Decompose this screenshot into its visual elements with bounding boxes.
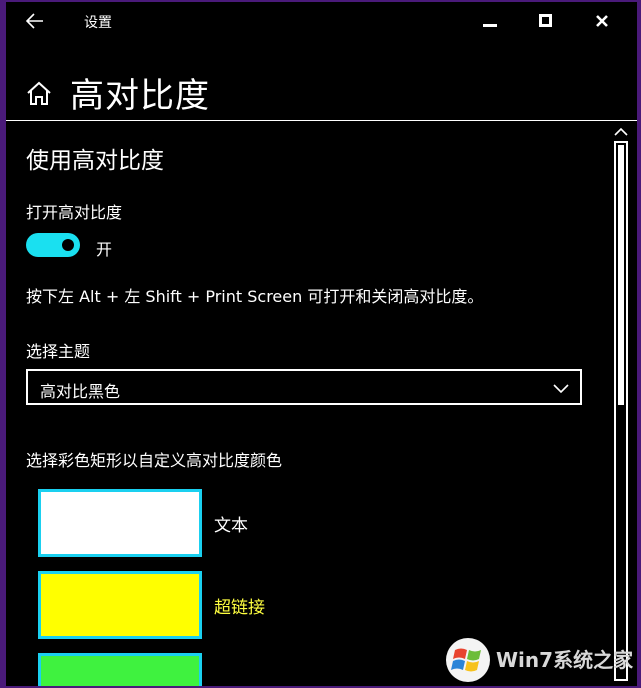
page-header: 高对比度 xyxy=(6,62,637,118)
shortcut-description: 按下左 Alt + 左 Shift + Print Screen 可打开和关闭高… xyxy=(26,287,484,306)
back-arrow-icon xyxy=(26,13,43,29)
site-watermark: Win7系统之家 xyxy=(444,636,641,688)
scroll-up-arrow-icon[interactable] xyxy=(612,125,630,139)
chevron-down-icon xyxy=(553,384,569,394)
title-bar: 设置 xyxy=(6,2,637,40)
toggle-state-text: 开 xyxy=(96,240,113,259)
windows-logo-icon xyxy=(446,638,490,682)
settings-content: 使用高对比度 打开高对比度 开 按下左 Alt + 左 Shift + Prin… xyxy=(6,121,606,686)
disabled-text-color-swatch[interactable] xyxy=(38,653,202,686)
back-button[interactable] xyxy=(20,6,50,36)
hyperlink-color-swatch[interactable] xyxy=(38,571,202,639)
home-button[interactable] xyxy=(26,80,52,106)
minimize-icon xyxy=(483,24,497,27)
high-contrast-toggle[interactable] xyxy=(26,233,80,257)
page-title: 高对比度 xyxy=(70,76,210,116)
swatch-section-title: 选择彩色矩形以自定义高对比度颜色 xyxy=(26,451,283,470)
theme-label: 选择主题 xyxy=(26,342,91,361)
close-icon xyxy=(596,15,608,27)
section-title: 使用高对比度 xyxy=(26,148,164,174)
maximize-icon xyxy=(539,14,552,27)
swatch-label: 文本 xyxy=(214,516,248,536)
swatch-row-text: 文本 xyxy=(38,489,598,557)
close-button[interactable] xyxy=(574,2,630,40)
theme-selected-value: 高对比黑色 xyxy=(40,382,121,401)
watermark-text: Win7系统之家 xyxy=(496,648,634,672)
toggle-label: 打开高对比度 xyxy=(26,203,123,222)
text-color-swatch[interactable] xyxy=(38,489,202,557)
app-title: 设置 xyxy=(84,15,112,31)
settings-window: 设置 高对比度 使用高对比度 打开高对比度 开 按下左 Alt + 左 Shif… xyxy=(6,2,637,686)
vertical-scrollbar[interactable] xyxy=(610,121,632,686)
swatch-label: 超链接 xyxy=(214,598,265,618)
swatch-row-hyperlink: 超链接 xyxy=(38,571,598,639)
theme-dropdown[interactable]: 高对比黑色 xyxy=(26,369,582,405)
maximize-button[interactable] xyxy=(518,2,574,40)
home-icon xyxy=(27,81,51,105)
minimize-button[interactable] xyxy=(462,2,518,40)
scroll-track[interactable] xyxy=(614,141,628,681)
scroll-thumb[interactable] xyxy=(618,145,624,405)
toggle-knob xyxy=(62,239,74,251)
